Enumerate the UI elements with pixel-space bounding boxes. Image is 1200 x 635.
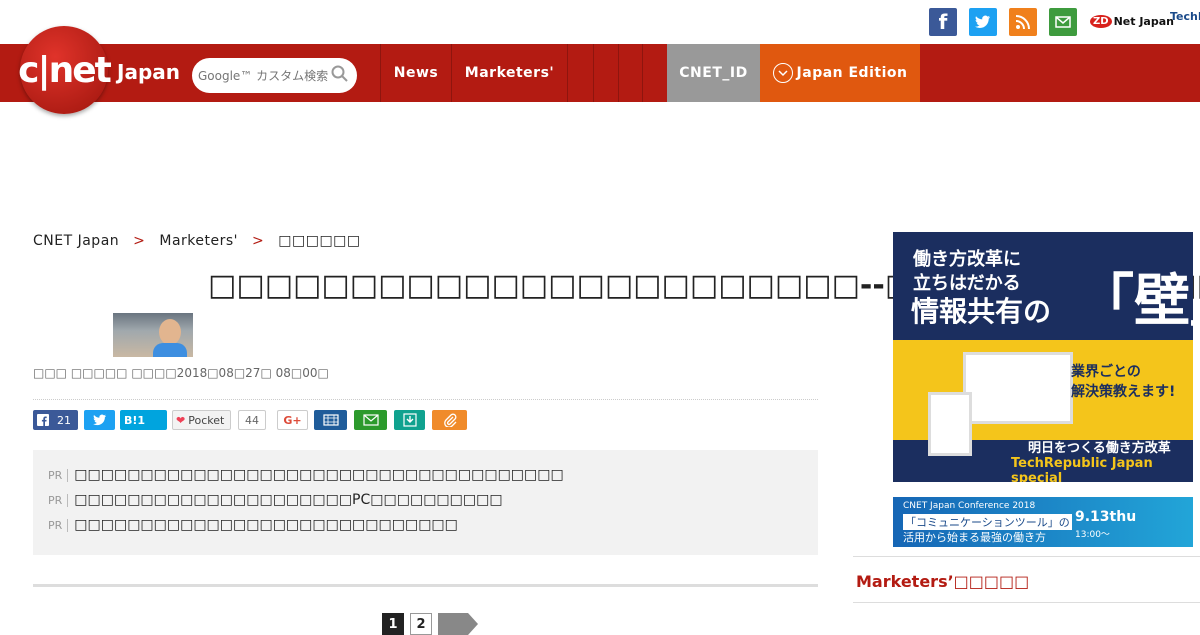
author-face — [159, 319, 181, 345]
tablet-illustration — [928, 392, 972, 456]
nav-news[interactable]: News — [380, 44, 451, 102]
chevron-down-icon — [772, 63, 793, 83]
nav-item-4[interactable] — [593, 44, 618, 102]
hatena-bookmark-button[interactable]: B! 1 — [120, 410, 167, 430]
pr-link-text[interactable]: □□□□□□□□□□□□□□□□□□□□□□□□□□□□□□□□□□□□□ — [74, 467, 563, 483]
pocket-button[interactable]: ❤ Pocket — [172, 410, 231, 430]
paperclip-icon — [443, 413, 456, 427]
ad-line-3: 情報共有の — [911, 295, 1052, 328]
facebook-icon[interactable]: f — [929, 8, 957, 36]
pr-link[interactable]: PR □□□□□□□□□□□□□□□□□□□□□□□□□□□□□□□□□□□□□ — [48, 467, 564, 483]
pr-tag: PR — [48, 493, 69, 507]
mail-icon — [362, 414, 379, 426]
nav-cnet-id[interactable]: CNET_ID — [667, 44, 760, 102]
ad-yellow-text: 業界ごとの 解決策教えます! — [1071, 362, 1175, 402]
rss-icon[interactable] — [1009, 8, 1037, 36]
breadcrumb-item-home[interactable]: CNET Japan — [33, 233, 119, 249]
edition-label: Japan Edition — [796, 65, 908, 81]
hatena-count: 1 — [137, 413, 146, 427]
techrepublic-link[interactable]: TechRepublic — [1170, 10, 1200, 23]
hatena-icon: B! — [124, 413, 138, 427]
facebook-icon — [37, 414, 49, 426]
ad-wall-text: 「壁」 — [1078, 269, 1193, 334]
nav-item-3[interactable] — [567, 44, 593, 102]
breadcrumb-item-marketers[interactable]: Marketers' — [159, 233, 238, 249]
breadcrumb: CNET Japan > Marketers' > □□□□□□ — [33, 233, 361, 249]
twitter-icon[interactable] — [969, 8, 997, 36]
search-input[interactable] — [198, 68, 328, 83]
pocket-label: Pocket — [188, 413, 225, 427]
pr-tag: PR — [48, 518, 69, 532]
sidebar-divider — [853, 556, 1200, 557]
facebook-share-button[interactable]: 21 — [33, 410, 78, 430]
twitter-share-button[interactable] — [84, 410, 115, 430]
print-button[interactable] — [314, 410, 347, 430]
divider — [33, 399, 818, 400]
sidebar-ad-banner[interactable]: 働き方改革に 立ちはだかる 情報共有の 「壁」 業界ごとの 解決策教えます! 明… — [893, 232, 1193, 482]
ad-yellow-line-2: 解決策教えます! — [1071, 384, 1176, 400]
ad-headline: 働き方改革に 立ちはだかる — [913, 248, 1021, 296]
monitor-illustration — [963, 352, 1073, 424]
ad-yellow-line-1: 業界ごとの — [1071, 364, 1141, 380]
pr-link-text[interactable]: □□□□□□□□□□□□□□□□□□□□□□□□□□□□□ — [74, 517, 458, 533]
facebook-share-count: 21 — [57, 413, 71, 427]
search-icon[interactable] — [331, 65, 349, 83]
zdnet-logo-text: Net Japan — [1113, 14, 1174, 28]
next-page-arrow-icon[interactable] — [438, 613, 478, 635]
conference-line-2: 活用から始まる最強の働き方 — [903, 531, 1046, 544]
ad-bottom-line-2: TechRepublic Japan special — [1011, 456, 1153, 482]
email-share-button[interactable] — [354, 410, 387, 430]
pr-link-text[interactable]: □□□□□□□□□□□□□□□□□□□□□PC□□□□□□□□□□ — [74, 492, 502, 508]
search-box[interactable] — [192, 58, 357, 93]
clip-button[interactable] — [432, 410, 467, 430]
author-photo[interactable] — [113, 313, 193, 357]
ad-line-1: 働き方改革に — [913, 249, 1021, 270]
breadcrumb-separator: > — [252, 233, 265, 249]
author-shirt — [153, 343, 187, 357]
cnet-logo[interactable]: c|net — [18, 26, 112, 114]
nav-marketers[interactable]: Marketers' — [451, 44, 567, 102]
mail-icon[interactable] — [1049, 8, 1077, 36]
zdnet-logo-mark: ZD — [1090, 14, 1112, 28]
article-byline: □□□ □□□□□ □□□□2018□08□27□ 08□00□ — [33, 366, 329, 380]
page-1-button[interactable]: 1 — [382, 613, 404, 635]
conference-date: 9.13thu — [1075, 509, 1137, 525]
google-plus-button[interactable]: G+ — [277, 410, 308, 430]
page-2-button[interactable]: 2 — [410, 613, 432, 635]
pr-links-box: PR □□□□□□□□□□□□□□□□□□□□□□□□□□□□□□□□□□□□□… — [33, 450, 818, 555]
sidebar-divider — [853, 602, 1200, 603]
section-divider — [33, 584, 818, 587]
conference-time: 13:00〜 — [1075, 530, 1110, 540]
pocket-icon: ❤ — [176, 413, 186, 427]
pr-link[interactable]: PR □□□□□□□□□□□□□□□□□□□□□□□□□□□□□ — [48, 517, 458, 533]
article-title: □□□□□□□□□□□□□□□□□□□□□□□--□□□□□□□□□□□□ — [208, 268, 1200, 303]
breadcrumb-separator: > — [133, 233, 146, 249]
nav-item-5[interactable] — [618, 44, 642, 102]
conference-ad-banner[interactable]: CNET Japan Conference 2018 「コミュニケーションツール… — [893, 497, 1193, 547]
save-button[interactable] — [394, 410, 425, 430]
conference-name: CNET Japan Conference 2018 — [903, 501, 1036, 511]
nav-item-6[interactable] — [642, 44, 667, 102]
print-icon — [322, 414, 339, 426]
pr-tag: PR — [48, 468, 69, 482]
zdnet-japan-link[interactable]: ZD Net Japan — [1090, 10, 1174, 32]
top-utility-bar: f ZD Net Japan TechRepublic — [0, 0, 1200, 44]
breadcrumb-item-current[interactable]: □□□□□□ — [278, 233, 360, 249]
conference-line-1: 「コミュニケーションツール」の — [903, 514, 1072, 530]
nav-japan-edition[interactable]: Japan Edition — [760, 44, 920, 102]
logo-region-label[interactable]: Japan — [117, 60, 180, 84]
twitter-icon — [92, 414, 106, 426]
sidebar-section-title[interactable]: Marketers’□□□□□ — [856, 572, 1029, 591]
pocket-count: 44 — [238, 410, 266, 430]
ad-bottom-line-1: 明日をつくる働き方改革 — [1028, 441, 1171, 456]
download-icon — [402, 413, 417, 427]
pr-link[interactable]: PR □□□□□□□□□□□□□□□□□□□□□PC□□□□□□□□□□ — [48, 492, 503, 508]
